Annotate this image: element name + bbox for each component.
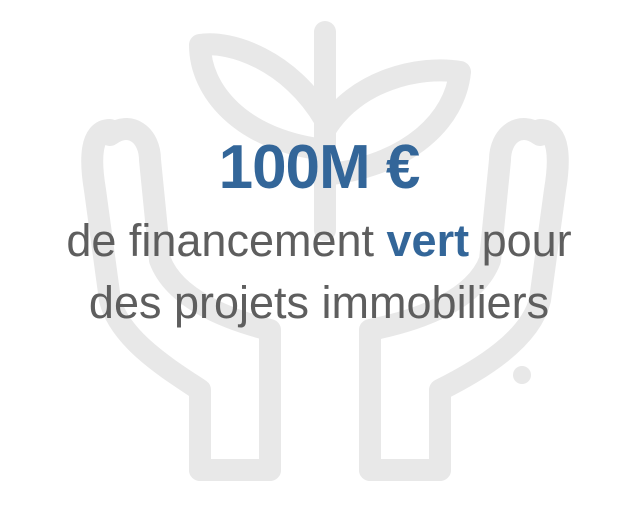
banner: 100M € de financement vert pour des proj… <box>0 0 638 508</box>
sparkle-dot <box>513 366 531 384</box>
description-line-1: de financement vert pour <box>0 210 638 272</box>
description-suffix: pour <box>469 215 572 266</box>
headline-amount: 100M € <box>218 133 421 202</box>
description-accent-word: vert <box>386 215 470 266</box>
description-line-2: des projets immobiliers <box>88 277 550 328</box>
description: de financement vert pour des projets imm… <box>0 210 638 334</box>
description-prefix: de financement <box>66 215 387 266</box>
